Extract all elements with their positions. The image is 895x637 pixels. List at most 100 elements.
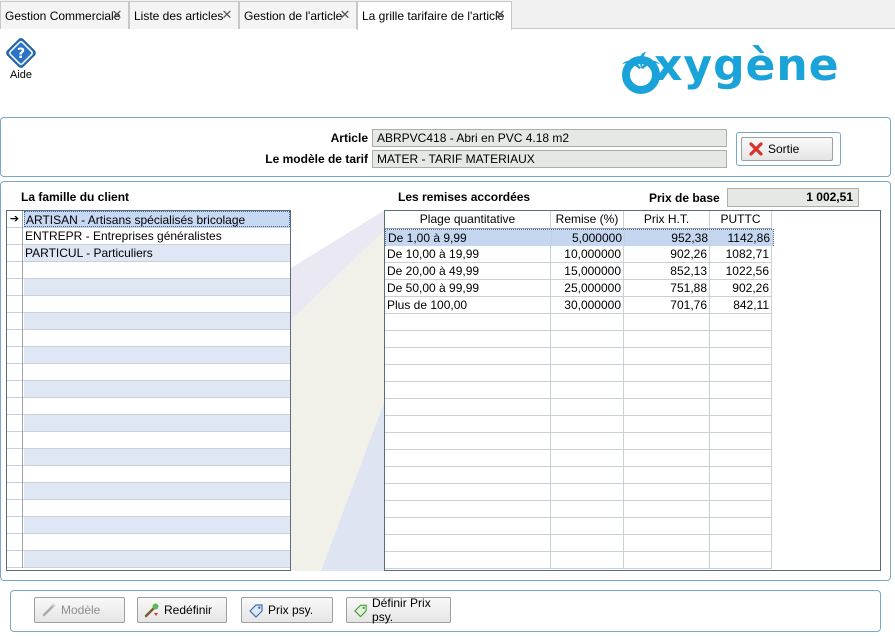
table-cell: 25,000000 xyxy=(551,280,624,296)
table-row[interactable] xyxy=(385,416,772,433)
redefinir-button[interactable]: Redéfinir xyxy=(137,597,227,623)
table-cell: 15,000000 xyxy=(551,263,624,279)
list-item[interactable]: ENTREPR - Entreprises généralistes xyxy=(7,228,290,245)
tab-label: Liste des articles xyxy=(134,8,224,23)
tab-liste-articles[interactable]: Liste des articles ✕ xyxy=(129,1,239,29)
close-icon[interactable]: ✕ xyxy=(339,8,351,21)
row-pointer-icon: ➔ xyxy=(7,211,23,228)
svg-text:?: ? xyxy=(17,46,25,62)
tab-gestion-article[interactable]: Gestion de l'article ✕ xyxy=(239,1,357,29)
list-item[interactable] xyxy=(7,415,290,432)
table-cell: 952,38 xyxy=(625,230,711,246)
list-item[interactable] xyxy=(7,517,290,534)
modele-button[interactable]: Modèle xyxy=(34,597,125,623)
list-item[interactable]: PARTICUL - Particuliers xyxy=(7,245,290,262)
list-item[interactable] xyxy=(7,381,290,398)
tab-label: Gestion de l'article xyxy=(244,8,343,23)
table-cell: De 1,00 à 9,99 xyxy=(386,230,552,246)
list-item-label: PARTICUL - Particuliers xyxy=(24,245,290,261)
tab-bar: Gestion Commerciale ✕ Liste des articles… xyxy=(0,0,895,30)
list-item[interactable] xyxy=(7,296,290,313)
column-header[interactable]: Plage quantitative xyxy=(385,211,551,228)
table-row[interactable] xyxy=(385,518,772,535)
definir-prix-psy-button[interactable]: Définir Prix psy. xyxy=(346,596,451,624)
prix-psy-button[interactable]: Prix psy. xyxy=(241,597,333,623)
famille-title: La famille du client xyxy=(21,190,130,204)
tab-grille-tarifaire[interactable]: La grille tarifaire de l'article ✕ xyxy=(357,1,512,30)
close-icon[interactable]: ✕ xyxy=(494,8,506,21)
table-row[interactable]: De 20,00 à 49,99 15,000000 852,13 1022,5… xyxy=(385,263,772,280)
table-cell: 1082,71 xyxy=(710,246,772,262)
list-item[interactable] xyxy=(7,279,290,296)
table-row[interactable]: De 1,00 à 9,99 5,000000 952,38 1142,86 xyxy=(385,229,774,246)
table-row[interactable] xyxy=(385,484,772,501)
wand-icon xyxy=(42,603,56,617)
table-row[interactable]: De 10,00 à 19,99 10,000000 902,26 1082,7… xyxy=(385,246,772,263)
list-item[interactable] xyxy=(7,551,290,568)
table-row[interactable] xyxy=(385,501,772,518)
sortie-button[interactable]: Sortie xyxy=(741,137,833,161)
close-icon[interactable]: ✕ xyxy=(111,8,123,21)
list-item[interactable] xyxy=(7,432,290,449)
close-red-icon xyxy=(749,142,763,156)
table-row[interactable] xyxy=(385,365,772,382)
prix-base-field: 1 002,51 xyxy=(727,188,859,207)
table-row[interactable] xyxy=(385,314,772,331)
redefine-icon xyxy=(144,603,159,618)
modele-label: Modèle xyxy=(61,603,101,617)
tab-gestion-commerciale[interactable]: Gestion Commerciale ✕ xyxy=(0,1,129,29)
grid-header: Plage quantitative Remise (%) Prix H.T. … xyxy=(385,211,772,229)
table-cell: 842,11 xyxy=(710,297,772,313)
famille-list[interactable]: ➔ ARTISAN - Artisans spécialisés bricola… xyxy=(6,210,291,571)
prix-psy-label: Prix psy. xyxy=(268,603,314,617)
table-cell: 852,13 xyxy=(624,263,710,279)
table-cell: 10,000000 xyxy=(551,246,624,262)
list-item-label: ENTREPR - Entreprises généralistes xyxy=(25,229,222,243)
list-item[interactable] xyxy=(7,500,290,517)
list-item[interactable] xyxy=(7,398,290,415)
tab-label: Gestion Commerciale xyxy=(5,8,121,23)
table-cell: De 50,00 à 99,99 xyxy=(385,280,551,296)
table-row[interactable] xyxy=(385,348,772,365)
list-item[interactable] xyxy=(7,449,290,466)
definir-prix-psy-label: Définir Prix psy. xyxy=(372,596,431,624)
table-cell: 5,000000 xyxy=(552,230,625,246)
modele-tarif-label: Le modèle de tarif xyxy=(265,152,368,166)
close-icon[interactable]: ✕ xyxy=(221,8,233,21)
table-row[interactable] xyxy=(385,535,772,552)
list-item[interactable] xyxy=(7,313,290,330)
list-item[interactable] xyxy=(7,534,290,551)
column-header[interactable]: Remise (%) xyxy=(551,211,624,228)
list-item[interactable] xyxy=(7,330,290,347)
list-item[interactable]: ➔ ARTISAN - Artisans spécialisés bricola… xyxy=(7,211,290,228)
list-item[interactable] xyxy=(7,483,290,500)
oxygene-logo: xygène xyxy=(620,40,890,102)
table-row[interactable] xyxy=(385,433,772,450)
list-item[interactable] xyxy=(7,262,290,279)
list-item[interactable] xyxy=(7,466,290,483)
table-row[interactable]: Plus de 100,00 30,000000 701,76 842,11 xyxy=(385,297,772,314)
redefinir-label: Redéfinir xyxy=(164,603,213,617)
table-cell: 1142,86 xyxy=(711,230,773,246)
table-row[interactable] xyxy=(385,467,772,484)
table-cell: Plus de 100,00 xyxy=(385,297,551,313)
list-item-label: ARTISAN - Artisans spécialisés bricolage xyxy=(24,211,290,227)
remises-title: Les remises accordées xyxy=(398,190,531,204)
column-header[interactable]: Prix H.T. xyxy=(624,211,710,228)
column-header[interactable]: PUTTC xyxy=(710,211,772,228)
table-row[interactable] xyxy=(385,399,772,416)
table-row[interactable] xyxy=(385,450,772,467)
list-item[interactable] xyxy=(7,347,290,364)
table-cell: De 20,00 à 49,99 xyxy=(385,263,551,279)
table-row[interactable] xyxy=(385,331,772,348)
article-label: Article xyxy=(330,131,368,145)
logo-text: xygène xyxy=(654,40,840,91)
table-row[interactable]: De 50,00 à 99,99 25,000000 751,88 902,26 xyxy=(385,280,772,297)
table-cell: 902,26 xyxy=(710,280,772,296)
table-row[interactable] xyxy=(385,382,772,399)
table-row[interactable] xyxy=(385,552,772,569)
remises-grid[interactable]: Plage quantitative Remise (%) Prix H.T. … xyxy=(384,210,881,571)
help-button[interactable]: ? Aide xyxy=(4,36,38,84)
list-item[interactable] xyxy=(7,364,290,381)
sortie-label: Sortie xyxy=(768,142,800,156)
